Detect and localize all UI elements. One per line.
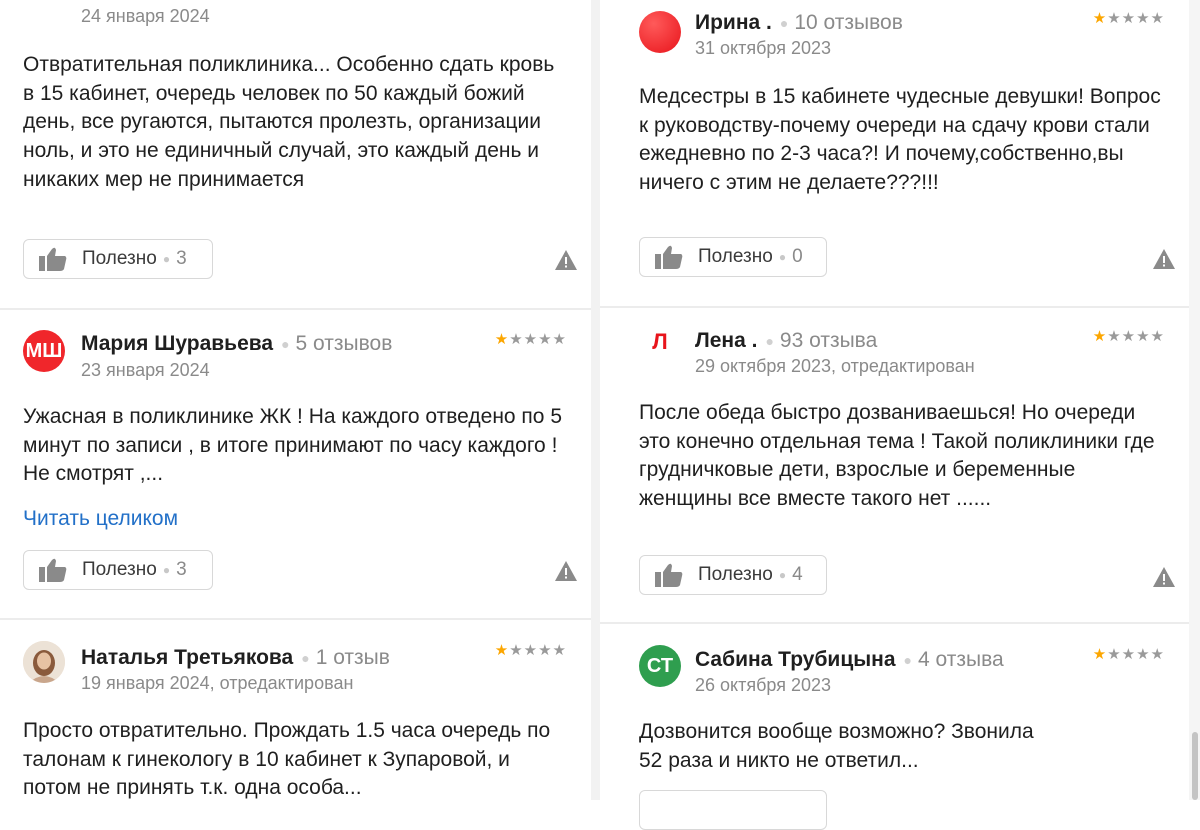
author-review-count: 10 отзывов [794,11,903,34]
review-card: МШ Мария Шуравьева ● 5 отзывов 23 января 2… [0,310,591,618]
report-icon[interactable] [554,560,578,582]
separator-dot: ● [162,252,171,266]
author-name[interactable]: Ирина . [695,11,772,34]
user-photo-icon [23,641,65,683]
review-text: После обеда быстро дозваниваешься! Но оч… [639,401,1155,511]
author-line: Ирина . ● 10 отзывов [695,11,903,35]
separator-dot: ● [778,568,787,582]
author-line: Наталья Третьякова ● 1 отзыв [81,646,390,670]
author-line: Лена . ● 93 отзыва [695,329,877,353]
separator-dot: ● [765,333,774,350]
useful-button[interactable] [639,790,827,830]
thumbs-up-icon [655,245,683,269]
useful-label: Полезно [82,248,157,269]
useful-button[interactable]: Полезно ● 3 [23,239,213,279]
author-name[interactable]: Мария Шуравьева [81,332,273,355]
star-empty-icon: ★★★★ [509,642,567,659]
separator-dot: ● [778,250,787,264]
star-filled-icon: ★ [1092,646,1108,663]
thumbs-up-icon [39,558,67,582]
star-filled-icon: ★ [1092,10,1108,27]
author-review-count: 5 отзывов [295,332,393,355]
star-empty-icon: ★★★★ [509,331,567,348]
author-review-count: 93 отзыва [779,329,878,352]
column-divider [591,0,600,800]
review-text: Просто отвратительно. Прождать 1.5 часа … [23,719,551,800]
rating-stars: ★★★★★ [1093,646,1165,664]
star-filled-icon: ★ [494,642,510,659]
useful-label: Полезно [698,564,773,585]
review-date: 23 января 2024 [81,360,210,380]
star-filled-icon: ★ [1092,328,1108,345]
review-date: 31 октября 2023 [695,38,832,58]
read-more-link[interactable]: Читать целиком [23,507,178,531]
rating-stars: ★★★★★ [1093,10,1165,28]
avatar[interactable] [639,11,681,53]
useful-button[interactable]: Полезно ● 4 [639,555,827,595]
star-empty-icon: ★★★★ [1107,646,1165,663]
reviews-column-left: 24 января 2024 Отвратительная поликлиник… [0,0,591,800]
review-text: Отвратительная поликлиника... Особенно с… [23,53,555,191]
review-card: СТ Сабина Трубицына ● 4 отзыва 26 октября … [600,624,1189,830]
avatar[interactable]: МШ [23,330,65,372]
review-card: Л Лена . ● 93 отзыва 29 октября 2023, отре… [600,308,1189,622]
useful-button[interactable]: Полезно ● 3 [23,550,213,590]
useful-label: Полезно [82,559,157,580]
author-review-count: 4 отзыва [918,648,1004,671]
review-date: 26 октября 2023 [695,675,832,695]
review-date: 19 января 2024, отредактирован [81,673,354,693]
separator-dot: ● [301,650,310,667]
useful-count: 3 [176,559,187,580]
avatar[interactable]: СТ [639,645,681,687]
star-empty-icon: ★★★★ [1107,328,1165,345]
review-text: Медсестры в 15 кабинете чудесные девушки… [639,85,1161,195]
review-card: Наталья Третьякова ● 1 отзыв 19 января 202… [0,620,591,800]
review-date: 29 октября 2023, отредактирован [695,356,975,376]
scrollbar-thumb[interactable] [1192,732,1198,800]
author-name[interactable]: Лена . [695,329,757,352]
review-text: Ужасная в поликлинике ЖК ! На каждого от… [23,405,562,486]
author-name[interactable]: Сабина Трубицына [695,648,896,671]
report-icon[interactable] [1152,566,1176,588]
useful-count: 3 [176,248,187,269]
review-card: 24 января 2024 Отвратительная поликлиник… [0,0,591,308]
reviews-column-right: Ирина . ● 10 отзывов 31 октября 2023 ★★★★★… [600,0,1189,830]
star-filled-icon: ★ [494,331,510,348]
rating-stars: ★★★★★ [495,331,567,349]
separator-dot: ● [281,336,290,353]
scrollbar-track[interactable] [1189,0,1200,800]
author-review-count: 1 отзыв [315,646,390,669]
report-icon[interactable] [1152,248,1176,270]
thumbs-up-icon [39,247,67,271]
author-line: Сабина Трубицына ● 4 отзыва [695,648,1004,672]
separator-dot: ● [903,652,912,669]
separator-dot: ● [779,15,789,32]
useful-count: 4 [792,564,803,585]
author-line: Мария Шуравьева ● 5 отзывов [81,332,392,356]
thumbs-up-icon [655,563,683,587]
useful-count: 0 [792,246,803,267]
rating-stars: ★★★★★ [495,642,567,660]
review-card: Ирина . ● 10 отзывов 31 октября 2023 ★★★★★… [600,0,1189,306]
avatar[interactable] [23,641,65,683]
rating-stars: ★★★★★ [1093,328,1165,346]
star-empty-icon: ★★★★ [1107,10,1165,27]
review-date: 24 января 2024 [81,6,210,26]
author-name[interactable]: Наталья Третьякова [81,646,293,669]
avatar[interactable]: Л [639,321,681,363]
separator-dot: ● [162,563,171,577]
review-text: Дозвонится вообще возможно? Звонила 52 р… [639,720,1034,772]
useful-label: Полезно [698,246,773,267]
report-icon[interactable] [554,249,578,271]
useful-button[interactable]: Полезно ● 0 [639,237,827,277]
